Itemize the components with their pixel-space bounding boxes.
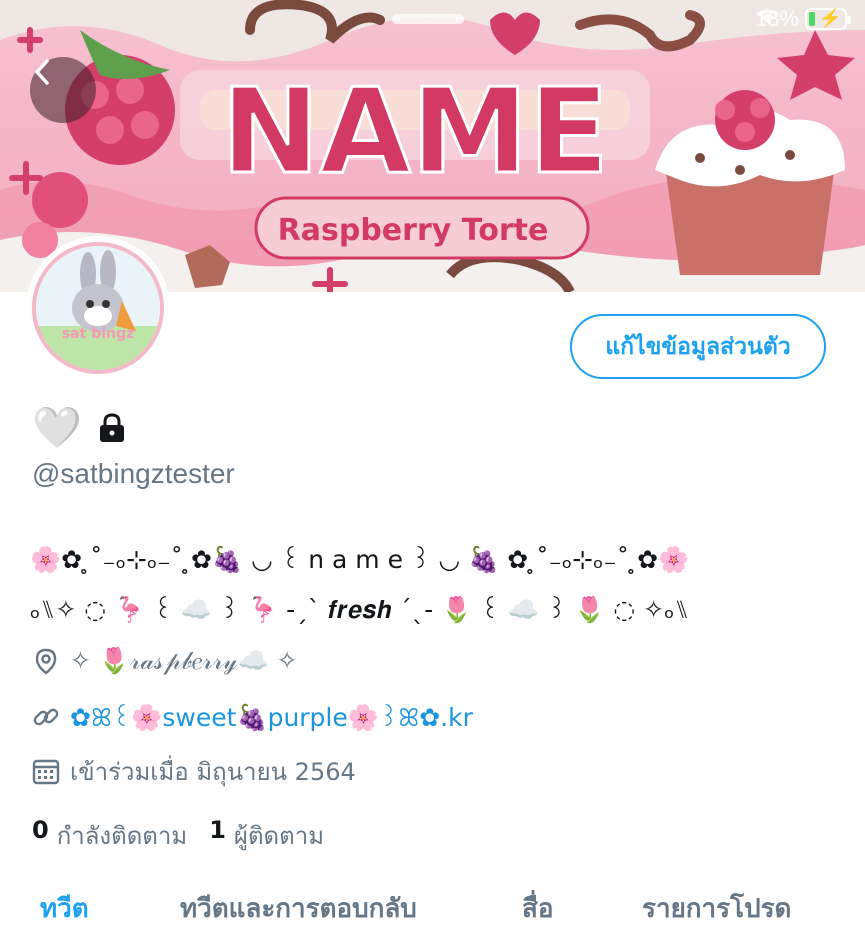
display-name: 🤍 [32, 405, 82, 451]
avatar-text: sat bingz [62, 326, 134, 342]
location-text: ✧ 🌷𝓇𝒶𝓈𝓅𝒷𝑒𝓇𝓇𝓎☁️ ✧ [70, 646, 298, 675]
wifi-icon [757, 9, 779, 24]
tab-likes[interactable]: รายการโปรด [642, 888, 791, 929]
banner-subtitle: Raspberry Torte [278, 213, 549, 248]
avatar[interactable]: sat bingz [26, 236, 170, 380]
bio-line: ₒ⑊✧ ◌ 🦩 ꒰ ☁️ ꒱ 🦩 -ˏˋ 𝒇𝒓𝒆𝒔𝒉 ˊˎ- 🌷 ꒰ ☁️ ꒱ … [30, 595, 690, 624]
tab-tweets-and-replies[interactable]: ทวีตและการตอบกลับ [180, 888, 417, 929]
location-row: ✧ 🌷𝓇𝒶𝓈𝓅𝒷𝑒𝓇𝓇𝓎☁️ ✧ [32, 646, 298, 676]
followers-link[interactable]: 1 ผู้ติดตาม [209, 816, 324, 855]
status-right: 18% ⚡ [755, 6, 851, 32]
profile-handle: @satbingztester [32, 458, 235, 489]
profile-tabs: ทวีต ทวีตและการตอบกลับ สื่อ รายการโปรด [0, 870, 865, 947]
back-button[interactable] [30, 57, 96, 123]
followers-count: 1 [209, 816, 226, 844]
battery-level-fill [809, 12, 815, 26]
lock-icon [99, 413, 124, 442]
joined-row: เข้าร่วมเมื่อ มิถุนายน 2564 [32, 752, 356, 791]
notch-pill [392, 14, 464, 24]
following-link[interactable]: 0 กำลังติดตาม [32, 816, 187, 855]
following-count: 0 [32, 816, 49, 844]
joined-date: เข้าร่วมเมื่อ มิถุนายน 2564 [70, 758, 356, 786]
tab-media[interactable]: สื่อ [522, 888, 553, 929]
following-label: กำลังติดตาม [56, 822, 188, 850]
edit-profile-button[interactable]: แก้ไขข้อมูลส่วนตัว [570, 314, 826, 379]
bio-line: 🌸✿ ̥˚₋ₒ⊹ₒ₋˚ ̥✿🍇 ◡ ꒰ n a m e ꒱ ◡ 🍇 ✿ ̥˚₋ₒ… [30, 545, 690, 574]
status-bar: 18% ⚡ [0, 0, 865, 40]
followers-label: ผู้ติดตาม [233, 822, 325, 850]
follow-stats: 0 กำลังติดตาม 1 ผู้ติดตาม [32, 816, 324, 855]
bunny-avatar-art: sat bingz [36, 246, 160, 370]
link-icon [33, 708, 59, 725]
chevron-left-icon [35, 59, 49, 85]
display-name-row: 🤍 [32, 404, 128, 452]
calendar-icon [32, 759, 60, 784]
tab-tweets[interactable]: ทวีต [40, 888, 89, 929]
profile-bio: 🌸✿ ̥˚₋ₒ⊹ₒ₋˚ ̥✿🍇 ◡ ꒰ n a m e ꒱ ◡ 🍇 ✿ ̥˚₋ₒ… [30, 535, 850, 635]
website-row: ✿ꕤ꒰🌸sweet🍇purple🌸꒱ꕤ✿.kr [32, 700, 473, 733]
website-link[interactable]: ✿ꕤ꒰🌸sweet🍇purple🌸꒱ꕤ✿.kr [70, 700, 473, 733]
avatar-image: sat bingz [32, 242, 164, 374]
banner-title: NAME [221, 62, 609, 200]
location-pin-icon [35, 648, 57, 675]
battery-charging-icon: ⚡ [805, 8, 851, 30]
